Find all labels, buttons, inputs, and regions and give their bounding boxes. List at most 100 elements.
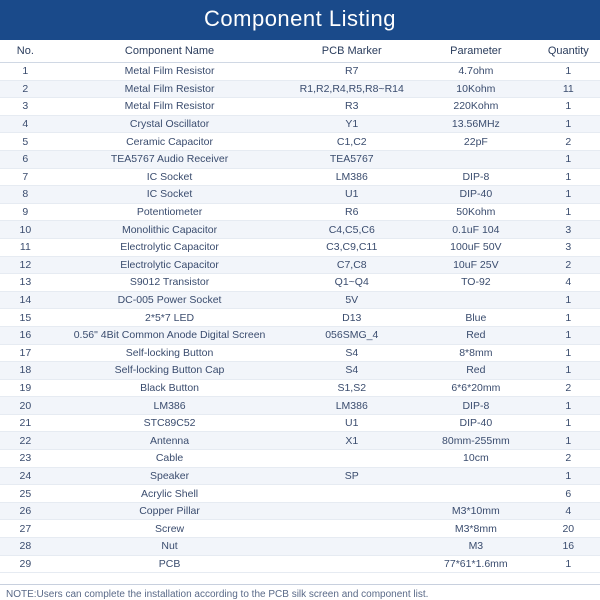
cell-marker: D13 [288, 309, 415, 327]
cell-marker: 5V [288, 291, 415, 309]
page-title: Component Listing [0, 0, 600, 40]
cell-marker: S4 [288, 362, 415, 380]
cell-param: DIP-40 [415, 186, 536, 204]
table-row: 29PCB77*61*1.6mm1 [0, 555, 600, 573]
table-row: 22AntennaX180mm-255mm1 [0, 432, 600, 450]
footer-note: NOTE:Users can complete the installation… [0, 584, 600, 600]
cell-no: 5 [0, 133, 51, 151]
cell-name: LM386 [51, 397, 289, 415]
table-row: 25Acrylic Shell6 [0, 485, 600, 503]
cell-no: 3 [0, 98, 51, 116]
cell-qty: 1 [537, 203, 600, 221]
cell-name: Crystal Oscillator [51, 115, 289, 133]
cell-name: Self-locking Button [51, 344, 289, 362]
cell-qty: 3 [537, 238, 600, 256]
cell-no: 15 [0, 309, 51, 327]
cell-param: 0.1uF 104 [415, 221, 536, 239]
cell-param: 10cm [415, 450, 536, 468]
cell-name: Speaker [51, 467, 289, 485]
cell-param: DIP-8 [415, 168, 536, 186]
cell-param: 8*8mm [415, 344, 536, 362]
cell-marker: R6 [288, 203, 415, 221]
cell-name: Electrolytic Capacitor [51, 256, 289, 274]
cell-name: Screw [51, 520, 289, 538]
table-row: 26Copper PillarM3*10mm4 [0, 502, 600, 520]
cell-param: 50Kohm [415, 203, 536, 221]
table-row: 19Black ButtonS1,S26*6*20mm2 [0, 379, 600, 397]
cell-marker: C1,C2 [288, 133, 415, 151]
cell-param: 4.7ohm [415, 63, 536, 81]
cell-marker: C3,C9,C11 [288, 238, 415, 256]
cell-name: Metal Film Resistor [51, 98, 289, 116]
cell-no: 7 [0, 168, 51, 186]
cell-name: DC-005 Power Socket [51, 291, 289, 309]
cell-name: Electrolytic Capacitor [51, 238, 289, 256]
cell-qty: 1 [537, 362, 600, 380]
col-name: Component Name [51, 40, 289, 63]
cell-no: 22 [0, 432, 51, 450]
cell-qty: 4 [537, 274, 600, 292]
cell-param [415, 467, 536, 485]
cell-qty: 2 [537, 450, 600, 468]
cell-no: 20 [0, 397, 51, 415]
component-table-wrap: No. Component Name PCB Marker Parameter … [0, 40, 600, 584]
cell-name: IC Socket [51, 168, 289, 186]
cell-no: 14 [0, 291, 51, 309]
cell-param [415, 291, 536, 309]
cell-qty: 1 [537, 115, 600, 133]
cell-name: Potentiometer [51, 203, 289, 221]
cell-qty: 1 [537, 98, 600, 116]
table-row: 5Ceramic CapacitorC1,C222pF2 [0, 133, 600, 151]
cell-param: 22pF [415, 133, 536, 151]
cell-marker: C4,C5,C6 [288, 221, 415, 239]
table-row: 10Monolithic CapacitorC4,C5,C60.1uF 1043 [0, 221, 600, 239]
cell-marker: Q1~Q4 [288, 274, 415, 292]
cell-no: 1 [0, 63, 51, 81]
cell-qty: 1 [537, 467, 600, 485]
cell-qty: 1 [537, 414, 600, 432]
cell-no: 25 [0, 485, 51, 503]
table-row: 8IC SocketU1DIP-401 [0, 186, 600, 204]
cell-no: 28 [0, 538, 51, 556]
cell-qty: 1 [537, 344, 600, 362]
table-row: 21STC89C52U1DIP-401 [0, 414, 600, 432]
cell-no: 24 [0, 467, 51, 485]
cell-no: 16 [0, 326, 51, 344]
cell-param: 13.56MHz [415, 115, 536, 133]
cell-param: 80mm-255mm [415, 432, 536, 450]
cell-qty: 1 [537, 309, 600, 327]
cell-qty: 1 [537, 432, 600, 450]
cell-marker: S1,S2 [288, 379, 415, 397]
table-row: 4Crystal OscillatorY113.56MHz1 [0, 115, 600, 133]
table-row: 1Metal Film ResistorR74.7ohm1 [0, 63, 600, 81]
cell-name: PCB [51, 555, 289, 573]
table-row: 160.56" 4Bit Common Anode Digital Screen… [0, 326, 600, 344]
cell-name: Nut [51, 538, 289, 556]
cell-marker: TEA5767 [288, 150, 415, 168]
table-row: 11Electrolytic CapacitorC3,C9,C11100uF 5… [0, 238, 600, 256]
cell-marker [288, 450, 415, 468]
cell-marker: R7 [288, 63, 415, 81]
cell-param: TO-92 [415, 274, 536, 292]
cell-qty: 1 [537, 397, 600, 415]
cell-name: Acrylic Shell [51, 485, 289, 503]
cell-no: 17 [0, 344, 51, 362]
col-marker: PCB Marker [288, 40, 415, 63]
table-row: 6TEA5767 Audio ReceiverTEA57671 [0, 150, 600, 168]
page: Component Listing No. Component Name PCB… [0, 0, 600, 600]
table-row: 3Metal Film ResistorR3220Kohm1 [0, 98, 600, 116]
cell-qty: 1 [537, 291, 600, 309]
cell-qty: 1 [537, 63, 600, 81]
cell-param: DIP-40 [415, 414, 536, 432]
cell-name: 2*5*7 LED [51, 309, 289, 327]
cell-name: 0.56" 4Bit Common Anode Digital Screen [51, 326, 289, 344]
table-row: 2Metal Film ResistorR1,R2,R4,R5,R8~R1410… [0, 80, 600, 98]
cell-qty: 1 [537, 186, 600, 204]
cell-marker: S4 [288, 344, 415, 362]
cell-param: M3*10mm [415, 502, 536, 520]
cell-marker: C7,C8 [288, 256, 415, 274]
cell-marker: R3 [288, 98, 415, 116]
cell-param: M3 [415, 538, 536, 556]
cell-name: Self-locking Button Cap [51, 362, 289, 380]
cell-name: STC89C52 [51, 414, 289, 432]
